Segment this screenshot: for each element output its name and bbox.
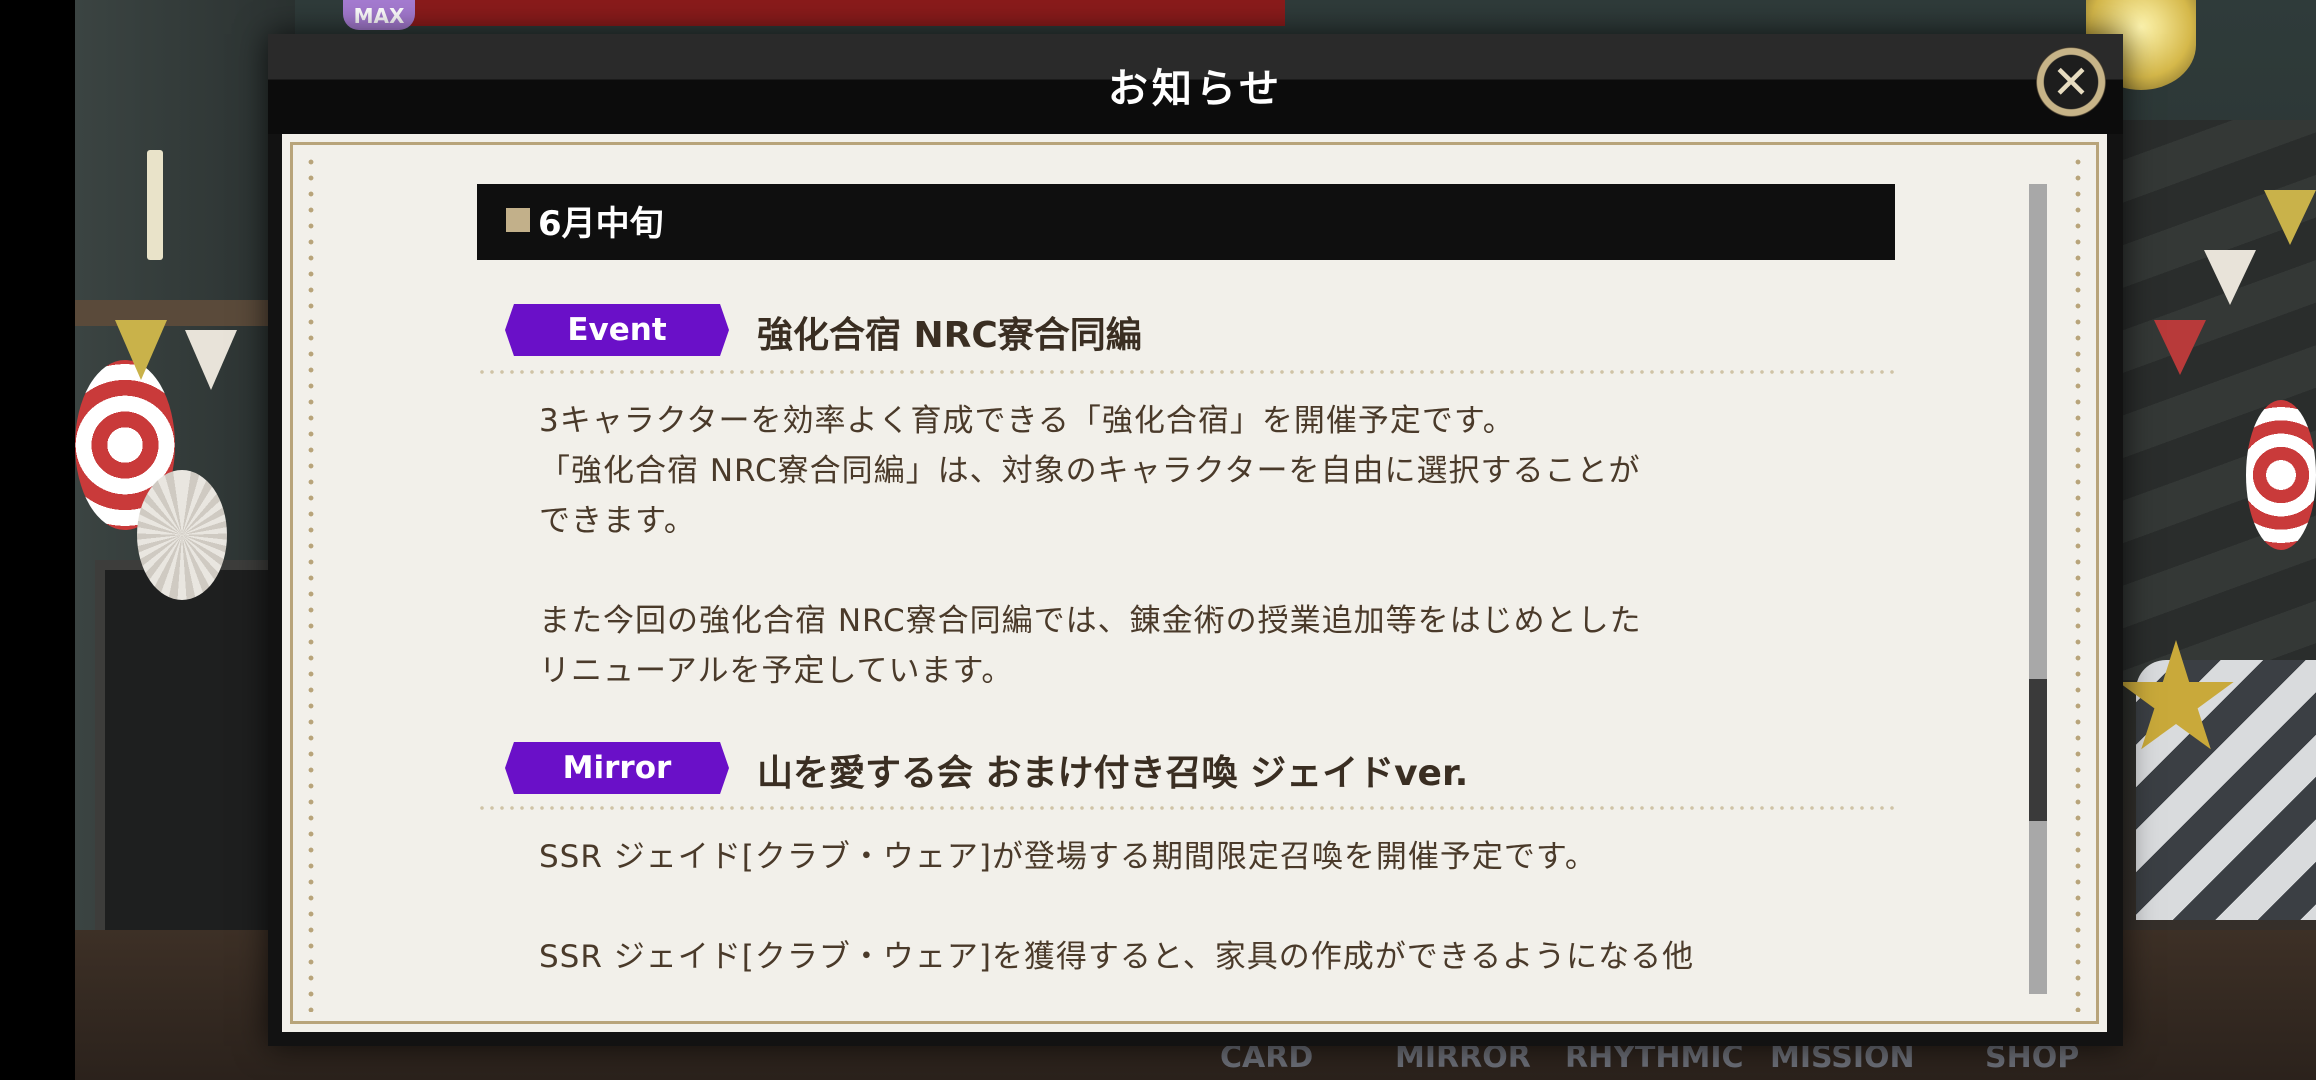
category-badge-mirror: Mirror (505, 742, 729, 794)
candle-decoration (147, 150, 163, 260)
item-title: 強化合宿 NRC寮合同編 (757, 315, 1142, 356)
square-bullet-icon (506, 208, 530, 232)
bottom-nav: CARD MIRROR RHYTHMIC MISSION SHOP (1180, 1040, 2080, 1080)
dotted-border-right (2075, 154, 2081, 1012)
rosette-decoration (137, 470, 227, 600)
notice-panel: 6月中旬 Event 強化合宿 NRC寮合同編 3キャラクターを効率よく育成でき… (282, 134, 2107, 1032)
pennant-decoration (2154, 320, 2206, 375)
dialog-header: お知らせ ✕ (268, 34, 2123, 134)
background-mantel (75, 300, 275, 326)
item-text-line: リニューアルを予定しています。 (539, 653, 1014, 689)
pennant-decoration (2204, 250, 2256, 305)
notice-content[interactable]: 6月中旬 Event 強化合宿 NRC寮合同編 3キャラクターを効率よく育成でき… (477, 184, 1897, 994)
close-icon: ✕ (2051, 55, 2091, 109)
target-decoration (2246, 400, 2316, 550)
dotted-border-left (308, 154, 314, 1012)
item-text-line: できます。 (539, 503, 696, 539)
item-text-line: SSR ジェイド[クラブ・ウェア]を獲得すると、家具の作成ができるようになる他 (539, 939, 1695, 975)
scrollbar-thumb[interactable] (2029, 679, 2047, 821)
pennant-decoration (115, 320, 167, 380)
dotted-divider (477, 806, 1895, 810)
item-title: 山を愛する会 おまけ付き召喚 ジェイドver. (757, 753, 1469, 794)
item-text-line: 「強化合宿 NRC寮合同編」は、対象のキャラクターを自由に選択することが (539, 453, 1641, 489)
pennant-decoration (185, 330, 237, 390)
item-text-line: 3キャラクターを効率よく育成できる「強化合宿」を開催予定です。 (539, 403, 1515, 439)
max-badge: MAX (343, 0, 415, 30)
date-header-text: 6月中旬 (538, 204, 664, 244)
dotted-divider (477, 370, 1895, 374)
close-button[interactable]: ✕ (2036, 47, 2106, 117)
scrollbar-track[interactable] (2029, 184, 2047, 994)
dialog-title: お知らせ (1107, 66, 1284, 112)
pennant-decoration (2264, 190, 2316, 245)
item-text-line: また今回の強化合宿 NRC寮合同編では、錬金術の授業追加等をはじめとした (539, 603, 1642, 639)
date-header: 6月中旬 (477, 184, 1895, 260)
curtain-decoration (405, 0, 1285, 26)
item-text-line: SSR ジェイド[クラブ・ウェア]が登場する期間限定召喚を開催予定です。 (539, 839, 1597, 875)
category-badge-event: Event (505, 304, 729, 356)
notice-dialog: お知らせ ✕ 6月中旬 Event 強化合宿 NRC寮合同編 3キャラクターを効… (268, 34, 2123, 1046)
